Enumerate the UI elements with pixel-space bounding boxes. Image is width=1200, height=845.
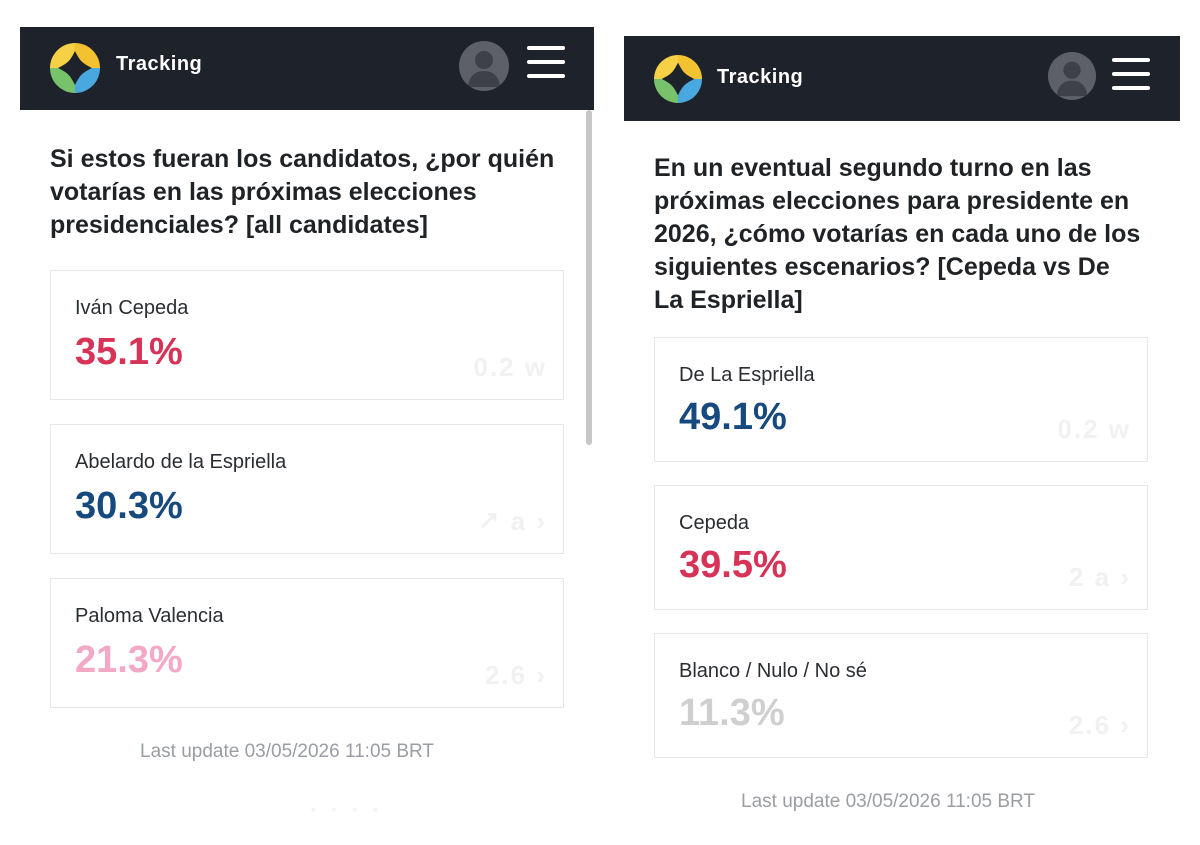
result-card: Paloma Valencia 21.3% 2.6 › — [50, 578, 564, 708]
poll-question: Si estos fueran los candidatos, ¿por qui… — [50, 145, 555, 239]
candidate-percentage: 30.3% — [75, 485, 183, 527]
faded-background-text: 2.6 › — [1068, 710, 1131, 740]
left-poll-panel: Tracking Si estos fueran los candidatos,… — [20, 27, 594, 837]
faded-background-text: 0.2 w — [473, 352, 547, 382]
faded-background-text: 0.2 w — [1057, 414, 1131, 444]
candidate-name: Iván Cepeda — [75, 297, 189, 319]
candidate-name: Paloma Valencia — [75, 605, 224, 627]
result-card: Blanco / Nulo / No sé 11.3% 2.6 › — [654, 633, 1148, 758]
hamburger-menu-icon[interactable] — [1112, 58, 1150, 92]
candidate-percentage: 39.5% — [679, 544, 787, 586]
result-card: Abelardo de la Espriella 30.3% ↗ a › — [50, 424, 564, 554]
faded-background-text: ↗ a › — [477, 506, 547, 536]
user-avatar-icon[interactable] — [459, 41, 509, 91]
faded-background-text: 2 a › — [1068, 562, 1131, 592]
brand-name: Tracking — [717, 66, 804, 88]
result-card: Iván Cepeda 35.1% 0.2 w — [50, 270, 564, 400]
poll-question: En un eventual segundo turno en las próx… — [654, 154, 1141, 314]
candidate-percentage: 11.3% — [679, 692, 785, 734]
brand-name: Tracking — [116, 53, 203, 75]
candidate-percentage: 49.1% — [679, 396, 787, 438]
tracking-logo-icon[interactable] — [50, 43, 100, 93]
top-navigation-bar: Tracking — [20, 27, 594, 110]
candidate-percentage: 35.1% — [75, 331, 183, 373]
hamburger-menu-icon[interactable] — [527, 46, 565, 80]
result-card: Cepeda 39.5% 2 a › — [654, 485, 1148, 610]
right-poll-panel: Tracking En un eventual segundo turno en… — [624, 36, 1180, 836]
candidate-percentage: 21.3% — [75, 639, 183, 681]
top-navigation-bar: Tracking — [624, 36, 1180, 121]
result-card: De La Espriella 49.1% 0.2 w — [654, 337, 1148, 462]
candidate-name: Blanco / Nulo / No sé — [679, 660, 867, 682]
last-update-timestamp: Last update 03/05/2026 11:05 BRT — [741, 791, 1036, 812]
scrollbar[interactable] — [586, 110, 592, 445]
candidate-name: De La Espriella — [679, 364, 815, 386]
tracking-logo-icon[interactable] — [654, 55, 702, 103]
user-avatar-icon[interactable] — [1048, 52, 1096, 100]
candidate-name: Cepeda — [679, 512, 750, 534]
faded-footer-text: · · · · — [310, 797, 383, 824]
last-update-timestamp: Last update 03/05/2026 11:05 BRT — [140, 741, 435, 762]
candidate-name: Abelardo de la Espriella — [75, 451, 287, 473]
faded-background-text: 2.6 › — [484, 660, 547, 690]
